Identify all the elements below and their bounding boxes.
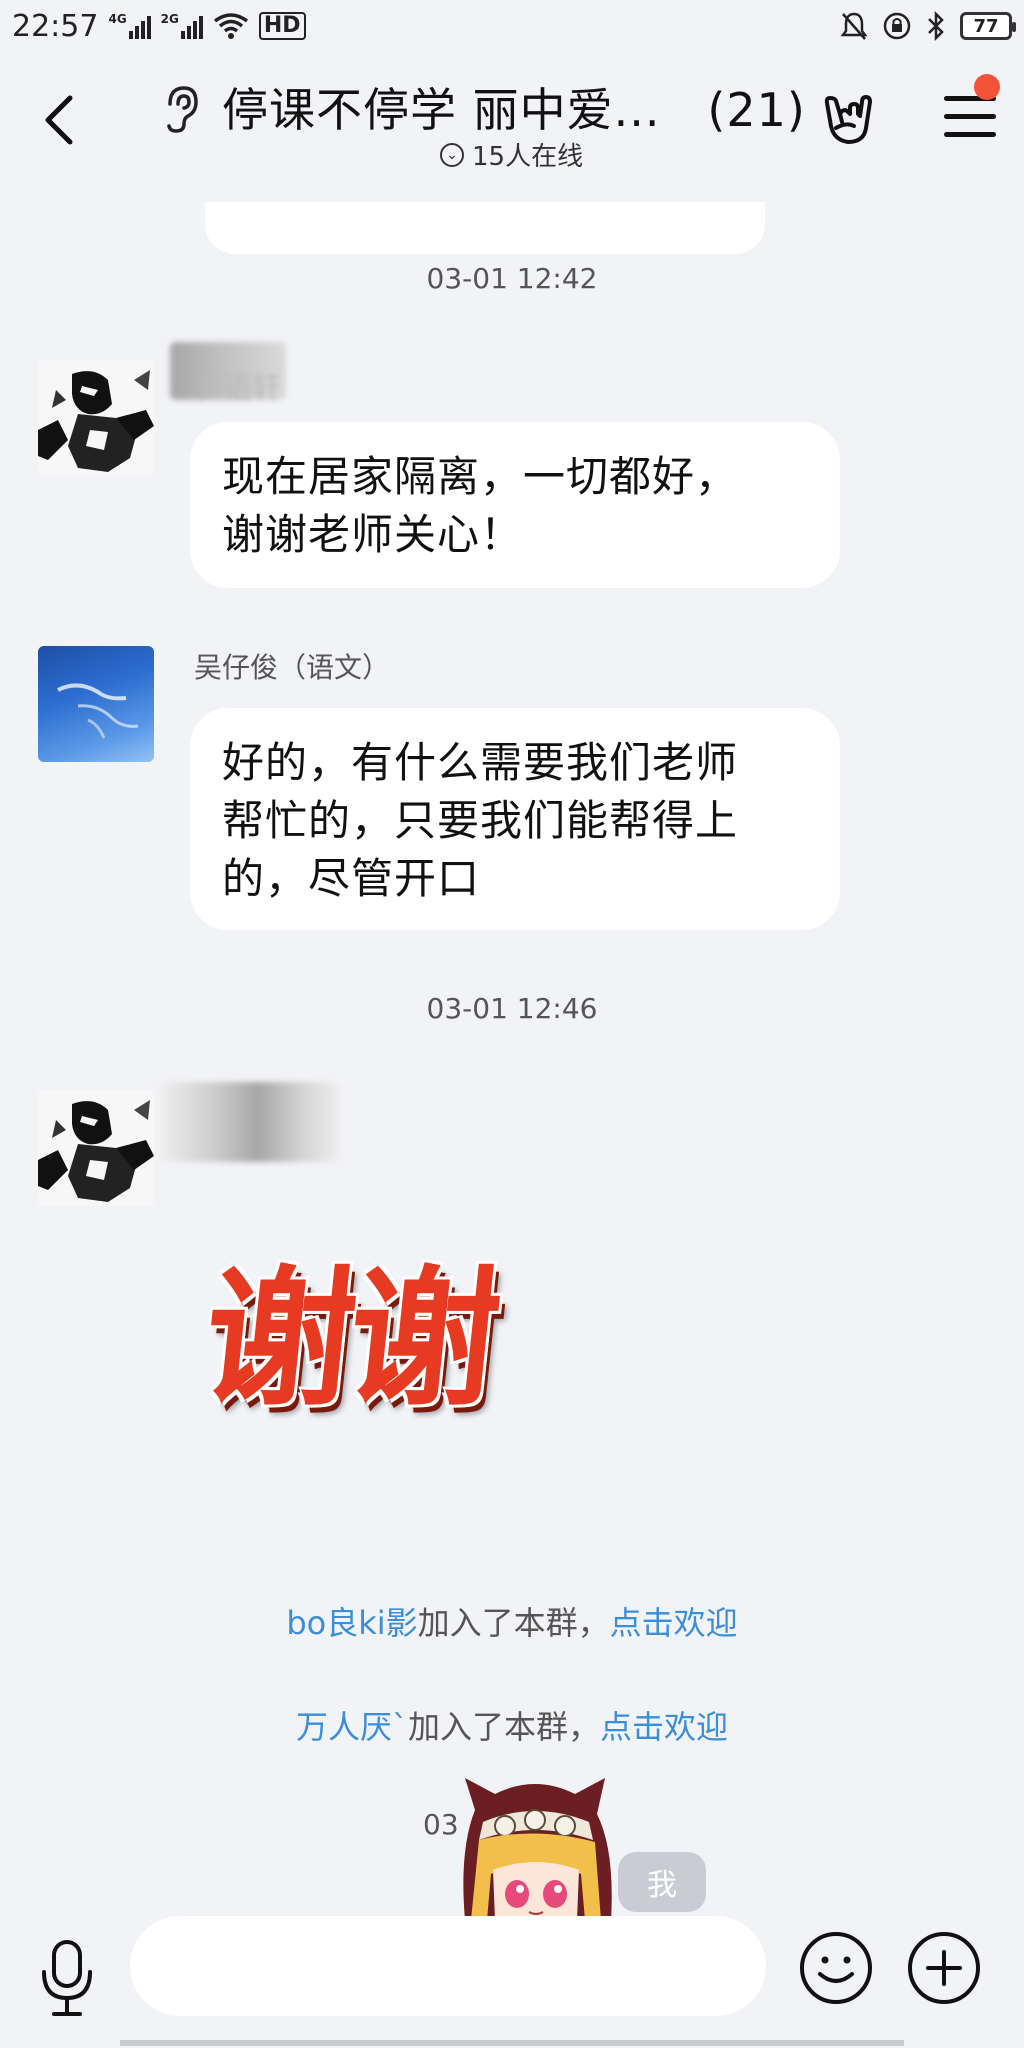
avatar[interactable] [38, 360, 154, 476]
message-bubble[interactable]: 好的，有什么需要我们老师 帮忙的，只要我们能帮得上 的，尽管开口 [190, 708, 840, 930]
sender-name: 尹语轩 [196, 371, 281, 404]
message-text-line: 现在居家隔离，一切都好， [222, 452, 739, 501]
message-text-line: 的，尽管开口 [222, 854, 481, 903]
microphone-icon[interactable] [36, 1938, 98, 2018]
status-bar: 22:57 4G 2G HD 77 [0, 0, 1024, 52]
thanks-sticker[interactable]: 谢谢 [196, 1250, 565, 1430]
previous-message-bubble [205, 202, 765, 254]
sender-name-blurred [158, 1082, 340, 1162]
system-text: 加入了本群， [407, 1708, 600, 1746]
bluetooth-icon [928, 11, 944, 41]
online-count: 15人在线 [472, 142, 584, 172]
online-status[interactable]: ⌄ 15人在线 [440, 136, 583, 173]
wifi-icon [213, 13, 248, 39]
chat-title[interactable]: 停课不停学 丽中爱... (21) [222, 74, 806, 140]
member-name-link[interactable]: bo良ki影 [286, 1604, 417, 1642]
bell-mute-icon [840, 12, 868, 40]
avatar[interactable] [38, 646, 154, 762]
message-text-line: 好的，有什么需要我们老师 [222, 738, 739, 787]
me-tag[interactable]: 我 [618, 1852, 706, 1912]
sender-name: 吴仔俊（语文） [194, 651, 391, 684]
message-text-line: 帮忙的，只要我们能帮得上 [222, 796, 739, 845]
bottom-divider [120, 2040, 904, 2046]
battery-icon: 77 [960, 12, 1016, 40]
input-bar [0, 1916, 1024, 2048]
lock-rotation-icon [883, 12, 911, 40]
system-message: 万人厌`加入了本群，点击欢迎 [0, 1702, 1024, 1748]
chevron-down-icon: ⌄ [440, 142, 464, 167]
status-time: 22:57 [12, 8, 99, 44]
avatar[interactable] [38, 1090, 154, 1206]
signal-2g-icon: 2G [161, 13, 203, 39]
group-name: 停课不停学 丽中爱... [222, 83, 661, 137]
rock-hand-icon[interactable] [820, 92, 876, 148]
message-input[interactable] [130, 1916, 766, 2016]
back-button[interactable] [36, 90, 86, 150]
battery-level: 77 [973, 15, 999, 37]
hd-icon: HD [258, 12, 306, 40]
plus-icon[interactable] [906, 1930, 982, 2006]
emoji-icon[interactable] [798, 1930, 874, 2006]
member-count: (21) [707, 83, 806, 137]
message-text-line: 谢谢老师关心！ [222, 510, 524, 559]
message-bubble[interactable]: 现在居家隔离，一切都好， 谢谢老师关心！ [190, 422, 840, 588]
chat-header: 停课不停学 丽中爱... (21) ⌄ 15人在线 [0, 52, 1024, 254]
member-name-link[interactable]: 万人厌` [296, 1708, 408, 1746]
timestamp: 03-01 12:46 [426, 992, 598, 1025]
ear-icon[interactable] [160, 84, 200, 134]
system-message: bo良ki影加入了本群，点击欢迎 [0, 1598, 1024, 1644]
timestamp: 03-01 12:42 [426, 262, 598, 295]
signal-4g-icon: 4G [108, 13, 151, 39]
notification-dot [974, 74, 1000, 100]
menu-button[interactable] [944, 96, 996, 144]
system-text: 加入了本群， [417, 1604, 610, 1642]
welcome-link[interactable]: 点击欢迎 [610, 1604, 738, 1642]
welcome-link[interactable]: 点击欢迎 [600, 1708, 728, 1746]
